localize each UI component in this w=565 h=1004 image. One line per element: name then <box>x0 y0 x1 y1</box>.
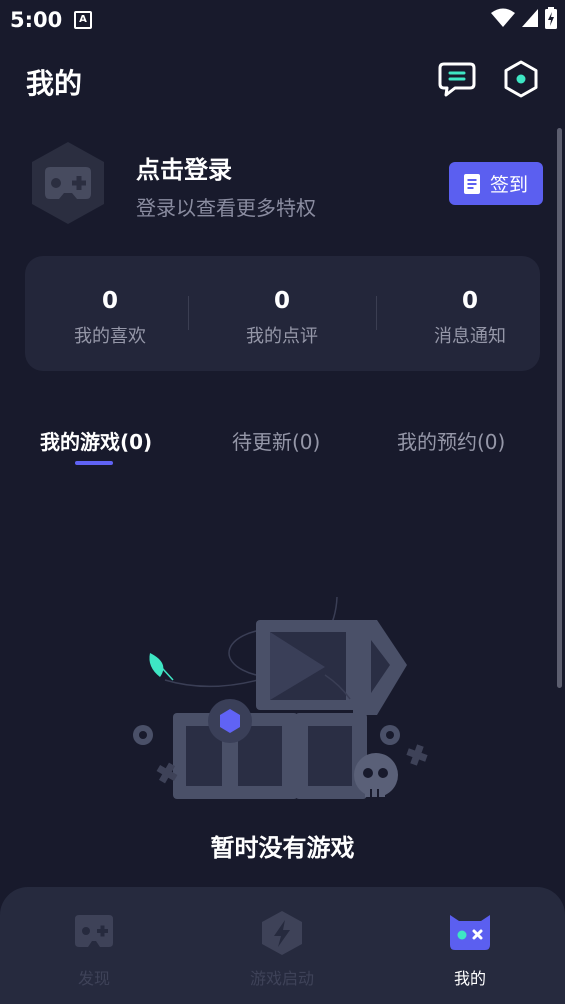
settings-hexagon-icon <box>504 60 538 98</box>
scrollbar[interactable] <box>557 128 562 688</box>
wifi-icon <box>491 8 515 27</box>
stat-reviews[interactable]: 0 我的点评 <box>197 256 367 371</box>
lightning-hexagon-icon <box>262 911 302 955</box>
avatar-gamepad-icon <box>32 142 104 224</box>
chat-icon <box>438 62 476 97</box>
empty-box-illustration <box>125 595 440 805</box>
battery-icon <box>545 7 557 29</box>
nav-label: 发现 <box>77 969 110 988</box>
page-title: 我的 <box>26 67 83 100</box>
nav-discover[interactable]: 发现 <box>0 887 188 1004</box>
tab-my-reservations[interactable]: 我的预约(0) <box>397 426 505 455</box>
signal-icon <box>522 9 538 27</box>
stat-label: 我的喜欢 <box>74 326 146 347</box>
stat-label: 消息通知 <box>434 326 506 347</box>
nav-mine[interactable]: 我的 <box>376 887 564 1004</box>
bottom-nav: 发现 游戏启动 我的 <box>0 887 565 1004</box>
login-subtitle: 登录以查看更多特权 <box>136 196 316 220</box>
stat-messages[interactable]: 0 消息通知 <box>385 256 555 371</box>
login-title[interactable]: 点击登录 <box>136 150 232 185</box>
chat-button[interactable] <box>436 58 478 100</box>
tab-indicator <box>75 461 113 465</box>
divider <box>188 296 189 330</box>
stats-card: 0 我的喜欢 0 我的点评 0 消息通知 <box>25 256 540 371</box>
avatar[interactable] <box>28 140 108 226</box>
stat-value: 0 <box>461 288 478 314</box>
divider <box>376 296 377 330</box>
status-icons <box>491 6 557 30</box>
settings-button[interactable] <box>500 58 542 100</box>
empty-state-text: 暂时没有游戏 <box>210 834 355 862</box>
document-icon <box>463 173 480 194</box>
stat-value: 0 <box>101 288 118 314</box>
nav-label: 我的 <box>453 969 486 988</box>
nav-label: 游戏启动 <box>249 969 314 988</box>
tab-pending-update[interactable]: 待更新(0) <box>232 426 320 455</box>
stat-value: 0 <box>273 288 290 314</box>
notification-icon: A <box>74 11 92 29</box>
stat-label: 我的点评 <box>246 326 318 347</box>
status-time: 5:00 <box>10 8 63 32</box>
signin-label: 签到 <box>489 174 528 196</box>
stat-likes[interactable]: 0 我的喜欢 <box>25 256 195 371</box>
nav-game-launch[interactable]: 游戏启动 <box>188 887 376 1004</box>
my-profile-icon <box>450 915 490 950</box>
tab-my-games[interactable]: 我的游戏(0) <box>40 426 152 455</box>
signin-button[interactable]: 签到 <box>449 162 543 205</box>
gamepad-icon <box>75 915 113 947</box>
